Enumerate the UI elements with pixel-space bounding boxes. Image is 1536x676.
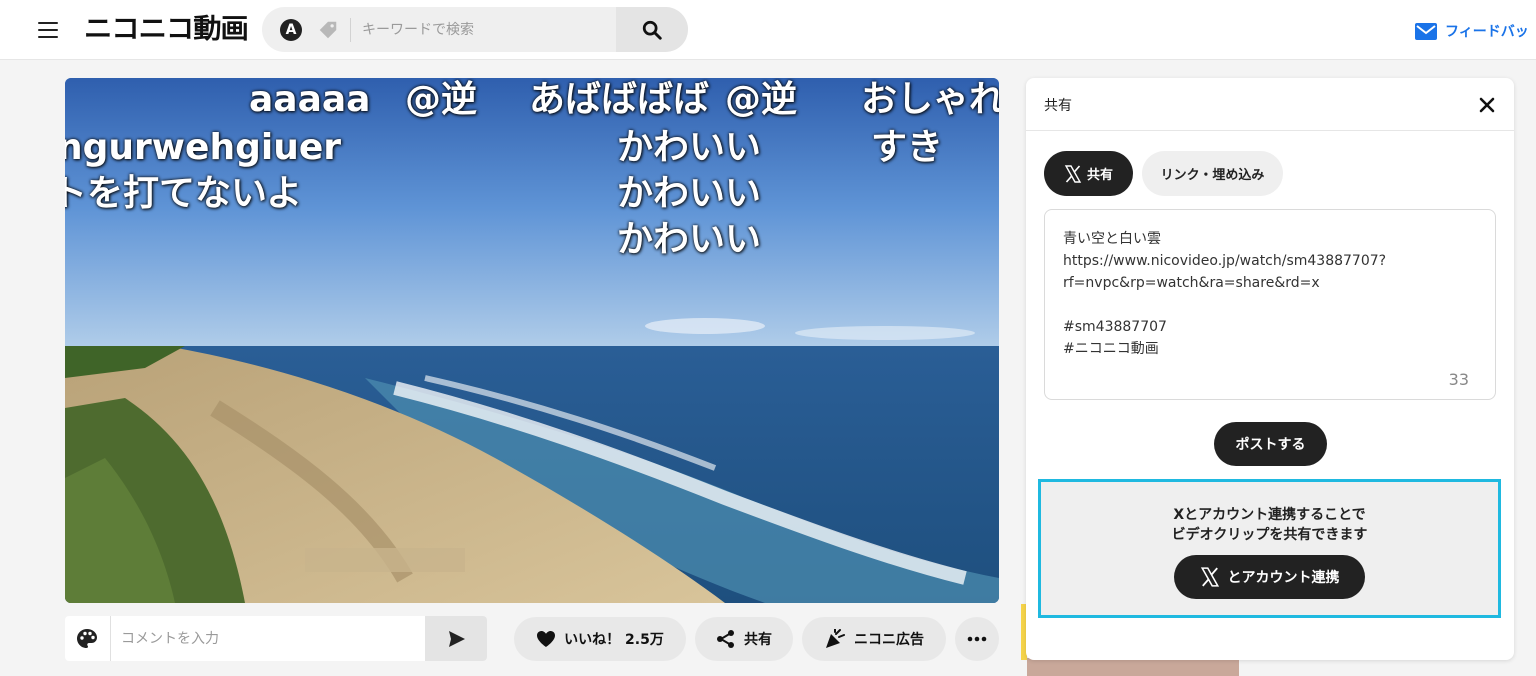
- share-text-line: https://www.nicovideo.jp/watch/sm4388770…: [1063, 253, 1387, 269]
- search-divider: [350, 18, 351, 42]
- share-panel-title: 共有: [1044, 98, 1072, 114]
- tab-x-share[interactable]: 共有: [1044, 151, 1133, 196]
- x-connect-message: Xとアカウント連携することで ビデオクリップを共有できます: [1041, 505, 1498, 545]
- palette-icon[interactable]: [75, 627, 99, 651]
- danmaku-comment: すき: [871, 127, 944, 168]
- search-bar: A: [262, 7, 688, 52]
- tab-x-label: 共有: [1086, 168, 1113, 183]
- related-thumbnail[interactable]: [1027, 658, 1239, 676]
- tag-icon[interactable]: [317, 19, 339, 41]
- x-logo-icon: [1200, 567, 1219, 587]
- danmaku-comment: かわいい: [617, 219, 762, 260]
- comment-bar: [65, 616, 487, 661]
- share-text-blank-line: [1063, 294, 1477, 316]
- x-connect-button[interactable]: とアカウント連携: [1174, 555, 1365, 599]
- like-label: いいね！ 2.5万: [564, 632, 664, 648]
- share-panel: 共有 共有 リンク・埋め込み 青い空と白い雲 https://www.nicov…: [1026, 78, 1514, 660]
- x-connect-message-line1: Xとアカウント連携することで: [1173, 507, 1366, 523]
- like-button[interactable]: いいね！ 2.5万: [514, 617, 686, 661]
- share-panel-header: 共有: [1026, 78, 1514, 131]
- share-text-line: #ニコニコ動画: [1063, 341, 1159, 357]
- more-icon: [967, 636, 987, 642]
- x-connect-message-line2: ビデオクリップを共有できます: [1171, 527, 1368, 543]
- nicoad-button[interactable]: ニコニ広告: [802, 617, 946, 661]
- search-button[interactable]: [616, 7, 688, 52]
- danmaku-comment: かわいい: [617, 127, 762, 168]
- tab-link-embed[interactable]: リンク・埋め込み: [1142, 151, 1283, 196]
- share-text-line: 青い空と白い雲: [1063, 231, 1161, 247]
- x-connect-label: とアカウント連携: [1227, 570, 1340, 586]
- share-text-line: #sm43887707: [1063, 319, 1167, 335]
- danmaku-comment: aaaaa: [249, 79, 371, 120]
- menu-icon[interactable]: [38, 22, 58, 38]
- x-connect-box: Xとアカウント連携することで ビデオクリップを共有できます とアカウント連携: [1038, 479, 1501, 618]
- danmaku-comment: かわいい: [617, 173, 762, 214]
- tab-link-label: リンク・埋め込み: [1160, 168, 1265, 183]
- site-logo[interactable]: ニコニコ動画: [84, 10, 249, 50]
- share-label: 共有: [744, 632, 772, 648]
- top-header: ニコニコ動画 A フィードバッ: [0, 0, 1536, 60]
- danmaku-comment: あばばばば: [529, 79, 710, 120]
- x-logo-icon: [1064, 164, 1082, 183]
- share-textarea[interactable]: 青い空と白い雲 https://www.nicovideo.jp/watch/s…: [1044, 209, 1496, 400]
- share-text-line: rf=nvpc&rp=watch&ra=share&rd=x: [1063, 275, 1320, 291]
- feedback-label: フィードバッ: [1445, 24, 1529, 40]
- danmaku-comment: ngurwehgiuer: [65, 127, 341, 168]
- share-icon: [717, 630, 734, 648]
- char-count: 33: [1448, 370, 1469, 389]
- danmaku-comment: トを打てないよ: [65, 173, 303, 214]
- autocomplete-a-icon[interactable]: A: [280, 19, 302, 41]
- feedback-link[interactable]: フィードバッ: [1415, 20, 1529, 42]
- danmaku-comment: @逆: [405, 79, 478, 120]
- close-icon[interactable]: [1477, 95, 1497, 115]
- comment-input[interactable]: [121, 616, 421, 661]
- danmaku-comment: @逆: [725, 79, 798, 120]
- video-player[interactable]: aaaaa @逆 あばばばば @逆 おしゃれ ngurwehgiuer すき ト…: [65, 78, 999, 603]
- more-button[interactable]: [955, 617, 999, 661]
- mail-icon: [1415, 22, 1437, 40]
- comment-divider: [110, 616, 111, 661]
- heart-icon: [537, 631, 556, 647]
- share-button[interactable]: 共有: [695, 617, 793, 661]
- party-popper-icon: [826, 629, 845, 648]
- nicoad-label: ニコニ広告: [854, 632, 924, 648]
- post-button[interactable]: ポストする: [1214, 422, 1327, 466]
- danmaku-comment: おしゃれ: [861, 79, 999, 120]
- send-icon: [449, 631, 465, 647]
- send-button[interactable]: [425, 616, 487, 661]
- search-icon: [642, 20, 662, 40]
- search-input[interactable]: [362, 7, 612, 52]
